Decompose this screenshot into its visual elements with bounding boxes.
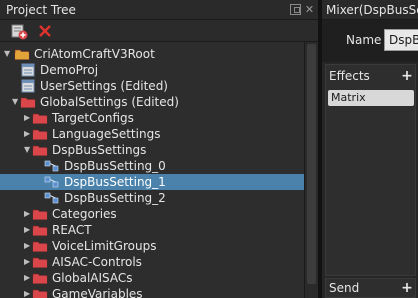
tree-row-label: REACT [52,223,92,237]
tree-row[interactable]: ▼ GlobalSettings (Edited) [0,94,304,110]
folder-red-icon [32,207,48,221]
name-row: Name DspBusSetting_1 [322,20,418,62]
effects-panel: Effects + Matrix [325,64,416,276]
folder-red-icon [32,287,48,298]
inspector-header: Mixer(DspBusSetting_1) [322,0,418,20]
effects-label: Effects [329,69,370,83]
tree-row-label: Categories [52,207,117,221]
tree-row-label: GlobalSettings (Edited) [40,95,179,109]
dsp-bus-setting-icon [44,191,60,205]
tree-row-label: DspBusSetting_1 [64,175,166,189]
expand-arrow-icon[interactable]: ▼ [12,98,20,106]
collapse-arrow-icon[interactable]: ▶ [24,210,32,218]
project-tree-scrollbar[interactable] [305,42,318,298]
send-label: Send [329,281,360,295]
tree-row[interactable]: ▶ TargetConfigs [0,110,304,126]
effect-item-matrix[interactable]: Matrix [328,90,414,106]
dsp-bus-setting-icon [44,175,60,189]
folder-red-icon [32,127,48,141]
tree-row[interactable]: UserSettings (Edited) [0,78,304,94]
tree-row[interactable]: ▶ REACT [0,222,304,238]
inspector-panel: Mixer(DspBusSetting_1) Name DspBusSettin… [322,0,418,298]
send-panel: Send + [325,278,416,298]
tree-row-label: GlobalAISACs [52,271,133,285]
folder-red-icon [32,271,48,285]
tree-row-label: AISAC-Controls [52,255,142,269]
name-field[interactable]: DspBusSetting_1 [384,29,418,51]
tree-row-label: TargetConfigs [52,111,134,125]
name-label: Name [346,33,382,47]
project-tree: ▼ CriAtomCraftV3Root DemoProj UserSettings … [0,42,305,298]
tree-row-label: CriAtomCraftV3Root [34,47,155,61]
user-settings-document-icon [20,79,36,93]
pin-icon[interactable] [290,4,301,15]
expand-arrow-icon[interactable]: ▼ [4,50,12,58]
tree-row[interactable]: DemoProj [0,62,304,78]
folder-red-icon [32,223,48,237]
collapse-arrow-icon[interactable]: ▶ [24,114,32,122]
tree-row[interactable]: ▶ GlobalAISACs [0,270,304,286]
tree-row-label: GameVariables [52,287,143,298]
tree-row-label: LanguageSettings [52,127,161,141]
project-tree-panel: Project Tree ✕ ▼ CriAtomCraftV3Root DemoPr… [0,0,318,298]
tree-row[interactable]: ▶ GameVariables [0,286,304,298]
tree-row[interactable]: ▼ DspBusSettings [0,142,304,158]
folder-open-red-icon [32,143,48,157]
tree-row-label: DemoProj [40,63,99,77]
collapse-arrow-icon[interactable]: ▶ [24,242,32,250]
scrollbar-thumb[interactable] [307,44,316,284]
collapse-arrow-icon[interactable]: ▶ [24,130,32,138]
tree-row-label: DspBusSetting_0 [64,159,166,173]
tree-row[interactable]: ▶ Categories [0,206,304,222]
tree-row-label: VoiceLimitGroups [52,239,157,253]
add-effect-button[interactable]: + [400,69,414,83]
tree-row[interactable]: ▶ LanguageSettings [0,126,304,142]
folder-red-icon [32,255,48,269]
tree-row-label: UserSettings (Edited) [40,79,168,93]
folder-red-icon [32,111,48,125]
tree-row-label: DspBusSetting_2 [64,191,166,205]
tree-row[interactable]: DspBusSetting_1 [0,174,304,190]
collapse-arrow-icon[interactable]: ▶ [24,290,32,298]
folder-open-icon [14,47,30,61]
add-send-button[interactable]: + [400,281,414,295]
tree-row[interactable]: ▶ VoiceLimitGroups [0,238,304,254]
project-tree-toolbar [0,20,318,42]
tree-row[interactable]: ▼ CriAtomCraftV3Root [0,46,304,62]
project-document-icon [20,63,36,77]
collapse-arrow-icon[interactable]: ▶ [24,258,32,266]
collapse-arrow-icon[interactable]: ▶ [24,274,32,282]
dsp-bus-setting-icon [44,159,60,173]
tree-row-label: DspBusSettings [52,143,147,157]
expand-arrow-icon[interactable]: ▼ [24,146,32,154]
tree-row[interactable]: DspBusSetting_0 [0,158,304,174]
close-icon[interactable]: ✕ [304,4,315,15]
add-item-icon[interactable] [10,22,28,40]
project-tree-header: Project Tree ✕ [0,0,318,20]
tree-row[interactable]: ▶ AISAC-Controls [0,254,304,270]
folder-open-red-icon [20,95,36,109]
delete-x-icon[interactable] [36,22,54,40]
inspector-title: Mixer(DspBusSetting_1) [326,3,418,17]
folder-red-icon [32,239,48,253]
collapse-arrow-icon[interactable]: ▶ [24,226,32,234]
tree-row[interactable]: DspBusSetting_2 [0,190,304,206]
project-tree-title: Project Tree [6,3,76,17]
